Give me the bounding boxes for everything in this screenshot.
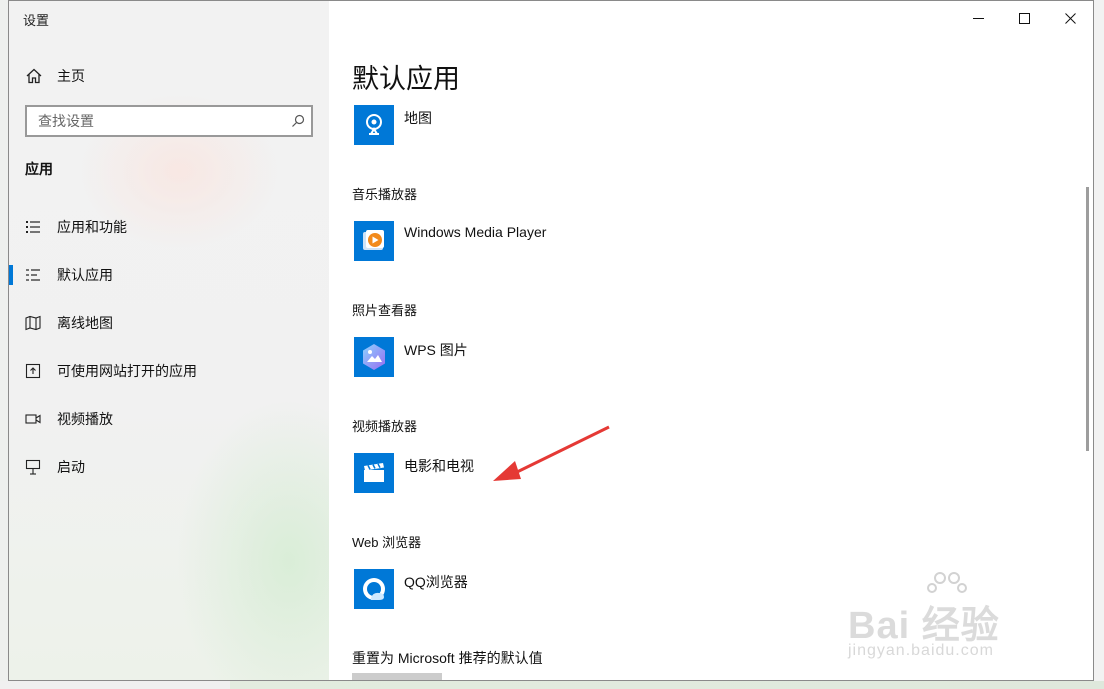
- scrollbar[interactable]: [1086, 187, 1089, 451]
- reset-label: 重置为 Microsoft 推荐的默认值: [352, 650, 543, 666]
- app-name: Windows Media Player: [404, 224, 547, 240]
- home-link[interactable]: 主页: [25, 65, 85, 87]
- sidebar-item-label: 应用和功能: [57, 219, 127, 235]
- close-button[interactable]: [1047, 1, 1093, 35]
- background-edge-left: [0, 0, 8, 689]
- settings-window: 设置 主页 应用: [8, 0, 1094, 681]
- category-label: 照片查看器: [352, 303, 418, 318]
- sidebar-item-label: 启动: [57, 459, 85, 475]
- default-app-music-player[interactable]: Windows Media Player: [354, 221, 546, 261]
- annotation-arrow-icon: [493, 425, 610, 481]
- sidebar-item-default-apps[interactable]: 默认应用: [9, 251, 329, 299]
- window-controls: [955, 1, 1093, 35]
- background-edge-bottom: [0, 681, 1104, 689]
- background-edge-right: [1094, 0, 1104, 689]
- search-icon[interactable]: [291, 114, 305, 128]
- sidebar: 设置 主页 应用: [9, 1, 329, 680]
- windows-media-player-icon: [354, 221, 394, 261]
- window-title: 设置: [23, 13, 50, 28]
- sidebar-item-label: 默认应用: [57, 267, 113, 283]
- sidebar-item-label: 可使用网站打开的应用: [57, 363, 197, 379]
- sidebar-item-startup[interactable]: 启动: [9, 443, 329, 491]
- sidebar-item-label: 视频播放: [57, 411, 113, 427]
- wps-pictures-icon: [354, 337, 394, 377]
- page-title: 默认应用: [352, 64, 460, 94]
- qq-browser-icon: [354, 569, 394, 609]
- maps-app-icon: [354, 105, 394, 145]
- default-app-photo-viewer[interactable]: WPS 图片: [354, 337, 468, 377]
- sidebar-item-video-playback[interactable]: 视频播放: [9, 395, 329, 443]
- minimize-button[interactable]: [955, 1, 1001, 35]
- apps-list-icon: [26, 221, 40, 233]
- video-playback-icon: [25, 414, 41, 424]
- sidebar-item-apps-features[interactable]: 应用和功能: [9, 203, 329, 251]
- category-label: Web 浏览器: [352, 535, 422, 550]
- home-label: 主页: [57, 68, 85, 84]
- sidebar-item-offline-maps[interactable]: 离线地图: [9, 299, 329, 347]
- home-icon: [26, 68, 42, 84]
- search-input[interactable]: [36, 112, 291, 130]
- app-name: QQ浏览器: [404, 574, 468, 590]
- default-app-video-player[interactable]: 电影和电视: [354, 453, 474, 493]
- startup-icon: [25, 459, 41, 475]
- sidebar-item-apps-for-websites[interactable]: 可使用网站打开的应用: [9, 347, 329, 395]
- section-heading: 应用: [25, 161, 53, 177]
- close-icon: [1064, 12, 1076, 24]
- default-apps-icon: [26, 269, 40, 281]
- offline-map-icon: [25, 315, 41, 331]
- app-name: 电影和电视: [404, 458, 474, 474]
- maximize-button[interactable]: [1001, 1, 1047, 35]
- default-app-web-browser[interactable]: QQ浏览器: [354, 569, 468, 609]
- app-name: 地图: [404, 110, 432, 126]
- category-label: 音乐播放器: [352, 187, 418, 202]
- movies-tv-icon: [354, 453, 394, 493]
- sidebar-nav: 应用和功能 默认应用 离线地图 可使用网站打开的应用 视频播放 启动: [9, 203, 329, 491]
- sidebar-item-label: 离线地图: [57, 315, 113, 331]
- reset-button[interactable]: [352, 673, 442, 680]
- category-label: 视频播放器: [352, 419, 418, 434]
- search-box[interactable]: [25, 105, 313, 137]
- default-app-maps[interactable]: 地图: [354, 105, 432, 145]
- app-name: WPS 图片: [404, 342, 468, 358]
- minimize-icon: [972, 17, 984, 19]
- website-apps-icon: [25, 363, 41, 379]
- content-pane: 默认应用 地图 音乐播放器 Windows Media Player 照片查看器…: [329, 1, 1093, 680]
- maximize-icon: [1018, 12, 1030, 24]
